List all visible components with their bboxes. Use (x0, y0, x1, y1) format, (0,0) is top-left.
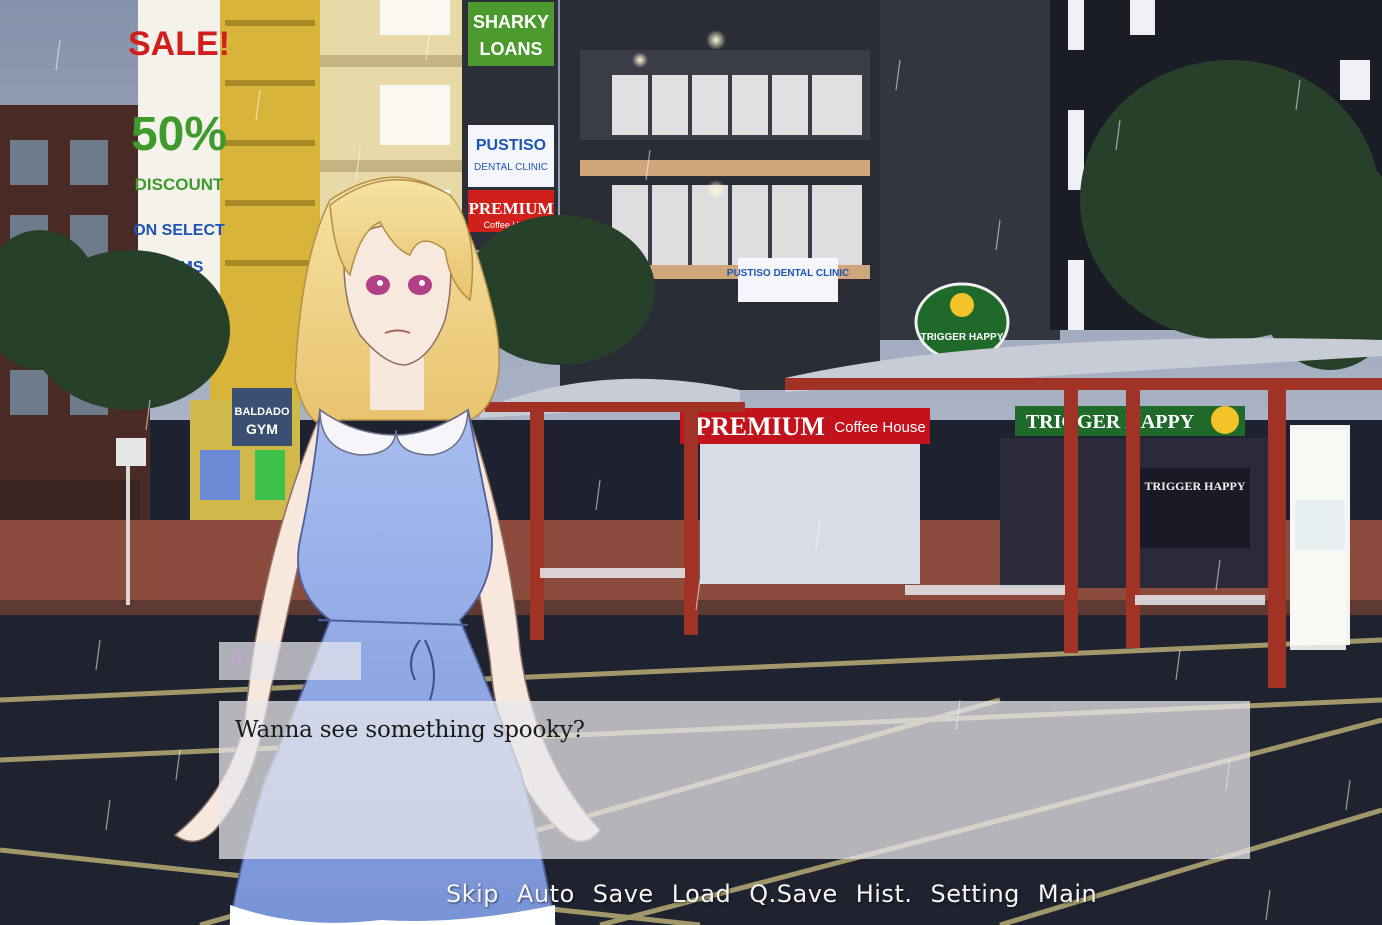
gym-sign-line2: GYM (246, 421, 278, 437)
pustiso-sign-line1: PUSTISO (476, 137, 546, 154)
sharky-sign-line2: LOANS (480, 39, 543, 59)
auto-button[interactable]: Auto (517, 880, 575, 916)
pustiso-balcony-sign: PUSTISO DENTAL CLINIC (727, 268, 849, 279)
discount-text: 50% (131, 108, 227, 161)
premium-big-sign: PREMIUM (695, 412, 825, 441)
pustiso-sign-line2: DENTAL CLINIC (474, 162, 548, 173)
gym-sign-line1: BALDADO (235, 406, 290, 418)
settings-button[interactable]: Setting (930, 880, 1019, 916)
sharky-sign-line1: SHARKY (473, 12, 549, 32)
speaker-name: A (229, 648, 245, 673)
premium-small-sign: PREMIUM (469, 199, 554, 218)
speaker-name-box: A (219, 642, 361, 680)
load-button[interactable]: Load (672, 880, 732, 916)
trigger-round-text: TRIGGER HAPPY (921, 332, 1004, 343)
on-select-label: ON SELECT (133, 222, 225, 239)
trigger-window-sign: TRIGGER HAPPY (1144, 479, 1245, 493)
history-button[interactable]: Hist. (856, 880, 913, 916)
quick-menu: Skip Auto Save Load Q.Save Hist. Setting… (446, 880, 1097, 916)
discount-label: DISCOUNT (135, 175, 224, 194)
dialogue-box[interactable]: Wanna see something spooky? (219, 701, 1250, 859)
skip-button[interactable]: Skip (446, 880, 499, 916)
trigger-shop-sign: TRIGGER HAPPY (1026, 411, 1195, 433)
main-menu-button[interactable]: Main (1038, 880, 1097, 916)
quick-save-button[interactable]: Q.Save (749, 880, 837, 916)
save-button[interactable]: Save (593, 880, 654, 916)
vertical-sign-column: SHARKY LOANS PUSTISO DENTAL CLINIC PREMI… (462, 0, 558, 250)
premium-big-sub: Coffee House (834, 419, 925, 436)
sale-text: SALE! (128, 25, 230, 63)
dialogue-text: Wanna see something spooky? (235, 717, 585, 743)
